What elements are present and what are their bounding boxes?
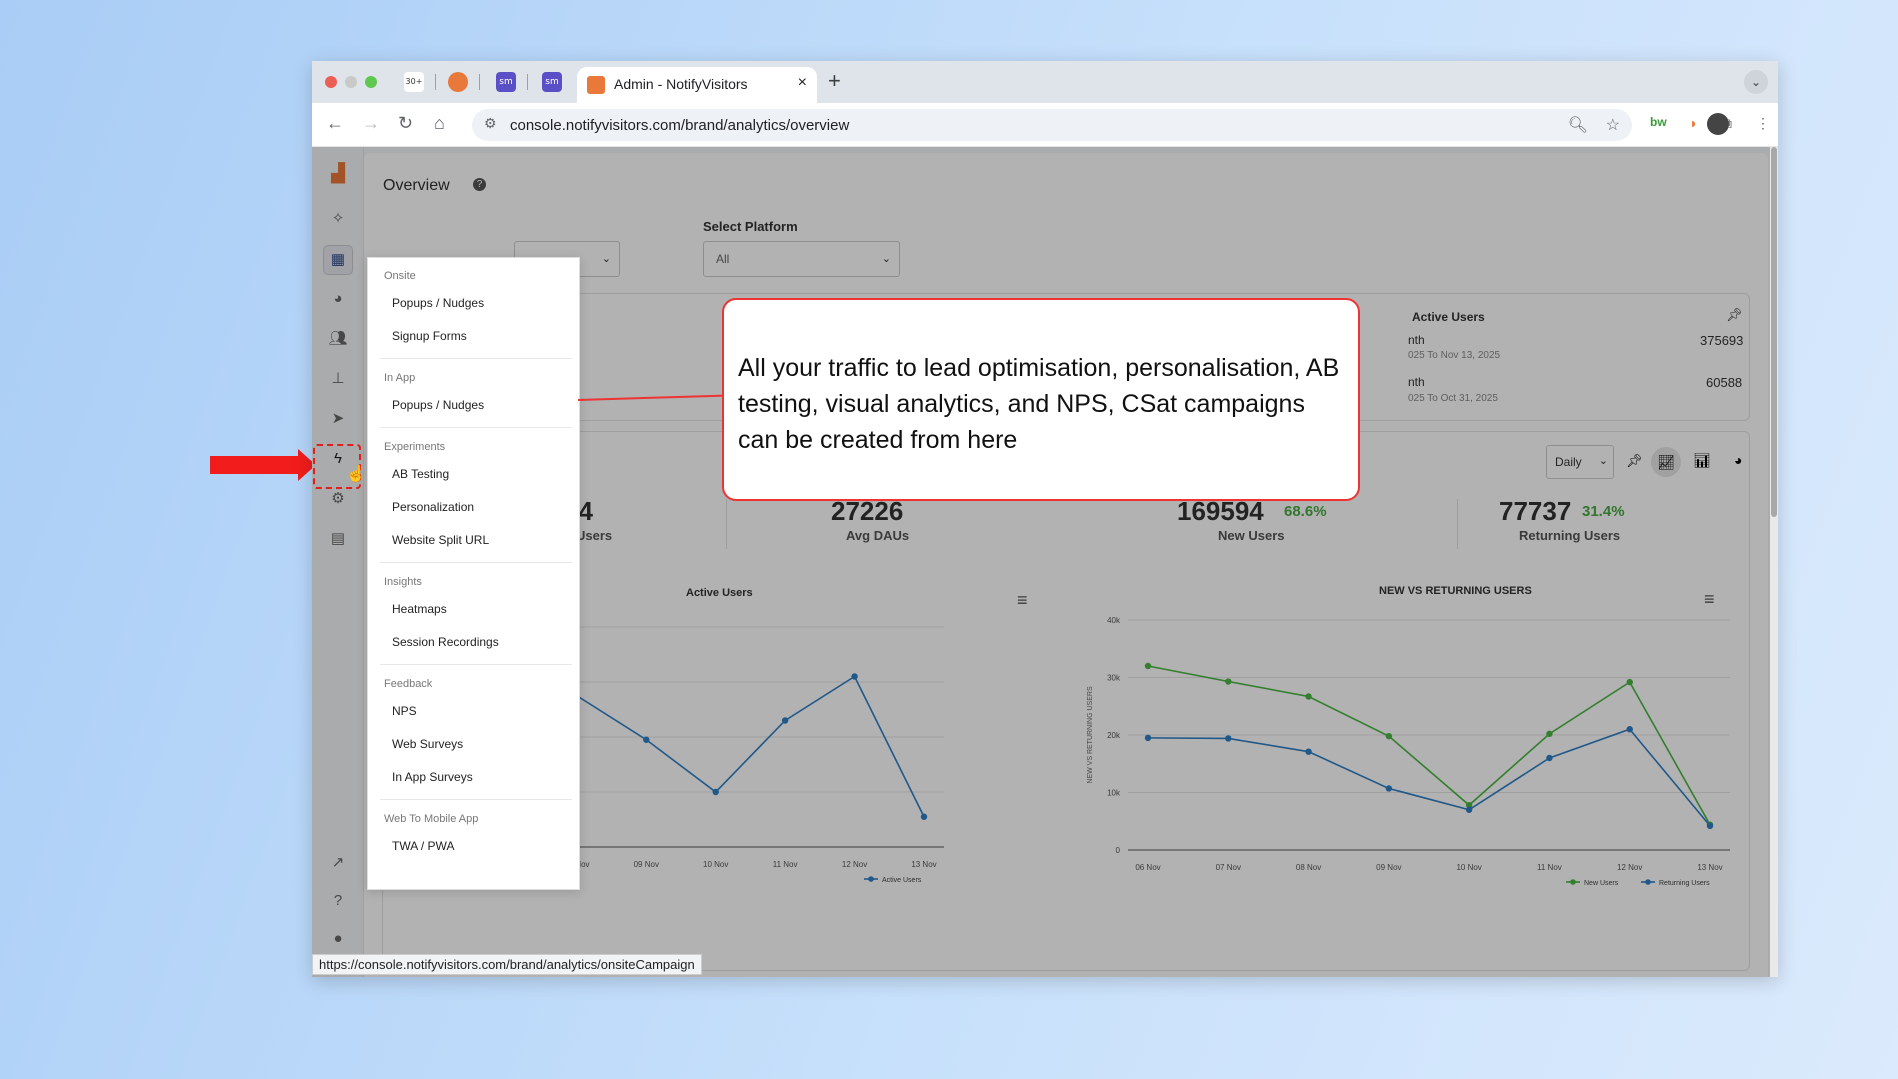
scrollbar-thumb[interactable]	[1771, 147, 1777, 517]
reload-icon[interactable]: ↻	[398, 113, 413, 134]
brave-tab[interactable]	[448, 72, 468, 92]
menu-section-title: Onsite	[384, 270, 416, 282]
active-tab[interactable]: Admin - NotifyVisitors ×	[577, 67, 817, 103]
sm-tab-2[interactable]: sm	[542, 72, 562, 92]
menu-item[interactable]: NPS	[392, 704, 417, 718]
address-url: console.notifyvisitors.com/brand/analyti…	[510, 117, 850, 134]
callout-text: All your traffic to lead optimisation, p…	[738, 354, 1340, 454]
menu-item[interactable]: TWA / PWA	[392, 839, 454, 853]
menu-item[interactable]: Personalization	[392, 500, 474, 514]
gmail-tab[interactable]: 30+	[404, 72, 424, 92]
menu-section-title: In App	[384, 372, 416, 384]
maximize-window-button[interactable]	[365, 76, 377, 88]
menu-item[interactable]: Website Split URL	[392, 533, 489, 547]
status-bar-url: https://console.notifyvisitors.com/brand…	[312, 954, 702, 975]
menu-item[interactable]: Popups / Nudges	[392, 398, 484, 412]
app-page: ▟ ✧ ▦ ◕ 👥︎ ⊥ ➤ ϟ ⚙ ▤ ↗ ? ● Overview ? ⌄ …	[312, 147, 1778, 977]
annotation-arrow-shaft	[210, 456, 300, 474]
menu-divider	[380, 664, 572, 665]
menu-section-title: Insights	[384, 576, 422, 588]
tab-separator	[435, 74, 436, 90]
menu-divider	[380, 358, 572, 359]
bookmark-star-icon[interactable]: ☆	[1606, 115, 1620, 135]
menu-divider	[380, 799, 572, 800]
menu-item[interactable]: Heatmaps	[392, 602, 447, 616]
menu-divider	[380, 427, 572, 428]
zoom-icon[interactable]: 🔍︎	[1568, 115, 1588, 135]
new-tab-button[interactable]: +	[828, 68, 841, 94]
menu-item[interactable]: Web Surveys	[392, 737, 463, 751]
menu-item[interactable]: Signup Forms	[392, 329, 467, 343]
tab-search-chevron-icon[interactable]: ⌄	[1744, 70, 1768, 94]
address-bar[interactable]: ⚙ console.notifyvisitors.com/brand/analy…	[472, 109, 1632, 141]
forward-arrow-icon[interactable]: →	[362, 113, 380, 134]
annotation-callout: All your traffic to lead optimisation, p…	[722, 298, 1360, 501]
home-icon[interactable]: ⌂	[434, 113, 445, 134]
mouse-cursor-icon: ☝	[346, 466, 366, 483]
minimize-window-button[interactable]	[345, 76, 357, 88]
menu-item[interactable]: AB Testing	[392, 467, 449, 481]
tab-separator	[479, 74, 480, 90]
menu-item[interactable]: Popups / Nudges	[392, 296, 484, 310]
menu-section-title: Web To Mobile App	[384, 813, 479, 825]
menu-item[interactable]: In App Surveys	[392, 770, 473, 784]
campaign-dropdown-menu: Onsite Popups / Nudges Signup Forms In App P…	[367, 257, 580, 890]
menu-item[interactable]: Session Recordings	[392, 635, 499, 649]
extension-bw-icon[interactable]: bw	[1650, 115, 1667, 129]
page-scrollbar[interactable]	[1770, 147, 1778, 977]
sm-tab-1[interactable]: sm	[496, 72, 516, 92]
profile-avatar-icon[interactable]	[1707, 113, 1729, 135]
close-tab-icon[interactable]: ×	[798, 74, 807, 92]
active-tab-title: Admin - NotifyVisitors	[614, 76, 748, 92]
back-arrow-icon[interactable]: ←	[326, 113, 344, 134]
extension-circle-icon[interactable]: ◑	[1688, 115, 1696, 131]
browser-window: 30+ sm sm Admin - NotifyVisitors × + ⌄ ←…	[312, 61, 1778, 977]
menu-divider	[380, 562, 572, 563]
tab-separator	[527, 74, 528, 90]
site-settings-icon[interactable]: ⚙	[484, 115, 497, 132]
notifyvisitors-favicon-icon	[587, 76, 605, 94]
browser-toolbar: ← → ↻ ⌂ ⚙ console.notifyvisitors.com/bra…	[312, 103, 1778, 147]
menu-section-title: Experiments	[384, 441, 446, 453]
tab-bar: 30+ sm sm Admin - NotifyVisitors × + ⌄	[312, 61, 1778, 103]
browser-menu-icon[interactable]: ⋮	[1756, 115, 1770, 132]
close-window-button[interactable]	[325, 76, 337, 88]
menu-section-title: Feedback	[384, 678, 433, 690]
